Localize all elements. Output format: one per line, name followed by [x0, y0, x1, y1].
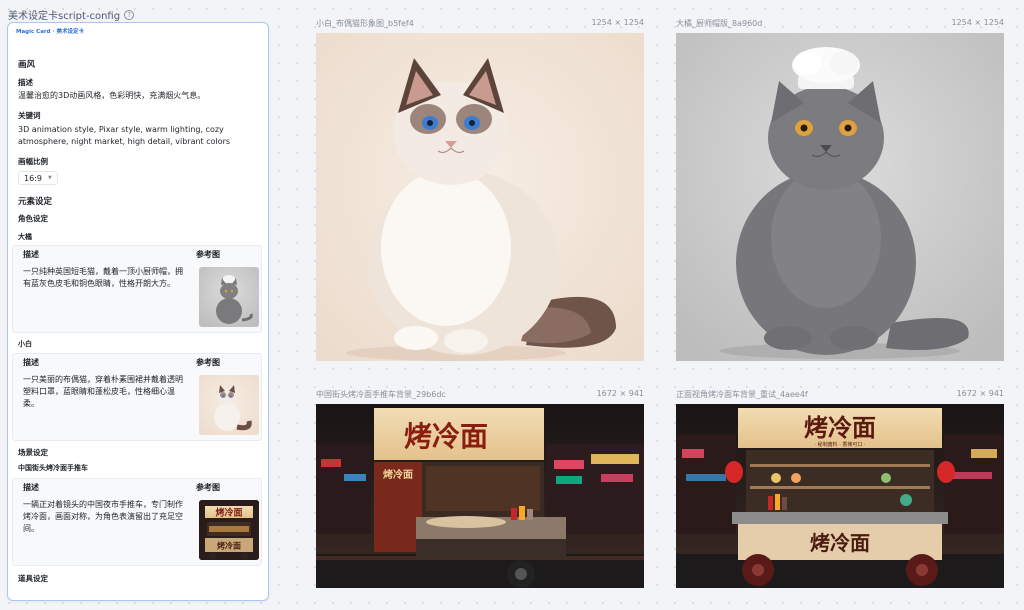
- gallery-image-cart-street[interactable]: 烤冷面 烤冷面: [316, 404, 644, 588]
- image-filename: 小白_布偶猫形象图_b5fef4: [316, 19, 414, 28]
- ref-header: 参考图: [196, 250, 220, 259]
- cart-sign-subtitle: · 秘制酱料 · 香辣可口 ·: [814, 441, 866, 448]
- scene-ref-image[interactable]: 烤冷面 烤冷面: [199, 500, 259, 560]
- ref-header: 参考图: [196, 483, 220, 492]
- cart-sign-text: 烤冷面: [404, 420, 488, 453]
- scene-name: 中国街头烤冷面手推车: [18, 464, 88, 472]
- ref-table-header: 描述 参考图: [13, 354, 261, 370]
- characters-title: 角色设定: [18, 214, 48, 223]
- magic-card: Magic Card · 美术设定卡 画风 描述 温馨治愈的3D动画风格，色彩明…: [7, 22, 269, 601]
- config-title-text: 美术设定卡script-config: [8, 11, 121, 22]
- gallery-image-cart-front[interactable]: 烤冷面 · 秘制酱料 · 香辣可口 · 烤冷面: [676, 404, 1004, 588]
- keywords-text: 3D animation style, Pixar style, warm li…: [18, 125, 231, 146]
- config-title: 美术设定卡script-config ?: [8, 7, 135, 22]
- desc-header: 描述: [23, 483, 39, 492]
- props-title: 道具设定: [18, 574, 48, 583]
- chevron-down-icon: ▼: [47, 175, 52, 181]
- cart-front-text: 烤冷面: [810, 531, 870, 555]
- character-desc: 一只美丽的布偶猫，穿着朴素围裙并戴着透明塑料口罩，蓝眼睛和蓬松皮毛，性格细心温柔…: [23, 375, 183, 408]
- character-ref-table: 描述 参考图 一只纯种英国短毛猫，戴着一顶小厨师帽，拥有蓝灰色皮毛和铜色眼睛，性…: [12, 245, 262, 333]
- character-ref-table: 描述 参考图 一只美丽的布偶猫，穿着朴素围裙并戴着透明塑料口罩，蓝眼睛和蓬松皮毛…: [12, 353, 262, 441]
- image-dimensions: 1254 × 1254: [591, 18, 644, 27]
- desc-header: 描述: [23, 358, 39, 367]
- gallery-image-chef-cat[interactable]: [676, 33, 1004, 361]
- sign-front-text: 烤冷面: [217, 541, 241, 551]
- cart-top-sign-text: 烤冷面: [804, 414, 876, 442]
- style-desc-label: 描述: [18, 78, 33, 87]
- ref-table-header: 描述 参考图: [13, 479, 261, 495]
- keywords-label: 关键词: [18, 111, 41, 120]
- ratio-label: 画幅比例: [18, 157, 48, 166]
- image-dimensions: 1672 × 941: [596, 389, 644, 398]
- image-dimensions: 1254 × 1254: [951, 18, 1004, 27]
- character-name: 大橘: [18, 233, 32, 241]
- character-desc: 一只纯种英国短毛猫，戴着一顶小厨师帽，拥有蓝灰色皮毛和铜色眼睛，性格开朗大方。: [23, 267, 183, 288]
- cart-side-text: 烤冷面: [383, 468, 413, 481]
- character-ref-image[interactable]: [199, 375, 259, 435]
- question-circle-icon[interactable]: ?: [124, 9, 135, 20]
- ratio-select[interactable]: 16:9 ▼: [18, 171, 58, 185]
- scenes-title: 场景设定: [18, 448, 48, 457]
- ref-table-header: 描述 参考图: [13, 246, 261, 262]
- character-name: 小白: [18, 340, 32, 348]
- scene-ref-table: 描述 参考图 一辆正对着镜头的中国夜市手推车，专门制作烤冷面，画面对称，为角色表…: [12, 478, 262, 566]
- desc-header: 描述: [23, 250, 39, 259]
- character-ref-image[interactable]: [199, 267, 259, 327]
- card-tag: Magic Card · 美术设定卡: [16, 29, 84, 35]
- elements-title: 元素设定: [18, 197, 53, 207]
- image-filename: 正面视角烤冷面车背景_重试_4aee4f: [676, 390, 808, 399]
- style-desc-text: 温馨治愈的3D动画风格，色彩明快，充满烟火气息。: [18, 91, 206, 100]
- image-filename: 中国街头烤冷面手推车背景_29b6dc: [316, 390, 446, 399]
- image-filename: 大橘_厨师帽版_8a960d: [676, 19, 763, 28]
- image-dimensions: 1672 × 941: [956, 389, 1004, 398]
- scene-desc: 一辆正对着镜头的中国夜市手推车，专门制作烤冷面，画面对称，为角色表演留出了充足空…: [23, 500, 183, 533]
- style-section-title: 画风: [18, 60, 36, 70]
- ratio-value: 16:9: [24, 173, 42, 183]
- ref-header: 参考图: [196, 358, 220, 367]
- sign-text: 烤冷面: [215, 507, 242, 519]
- gallery-image-ragdoll-cat[interactable]: [316, 33, 644, 361]
